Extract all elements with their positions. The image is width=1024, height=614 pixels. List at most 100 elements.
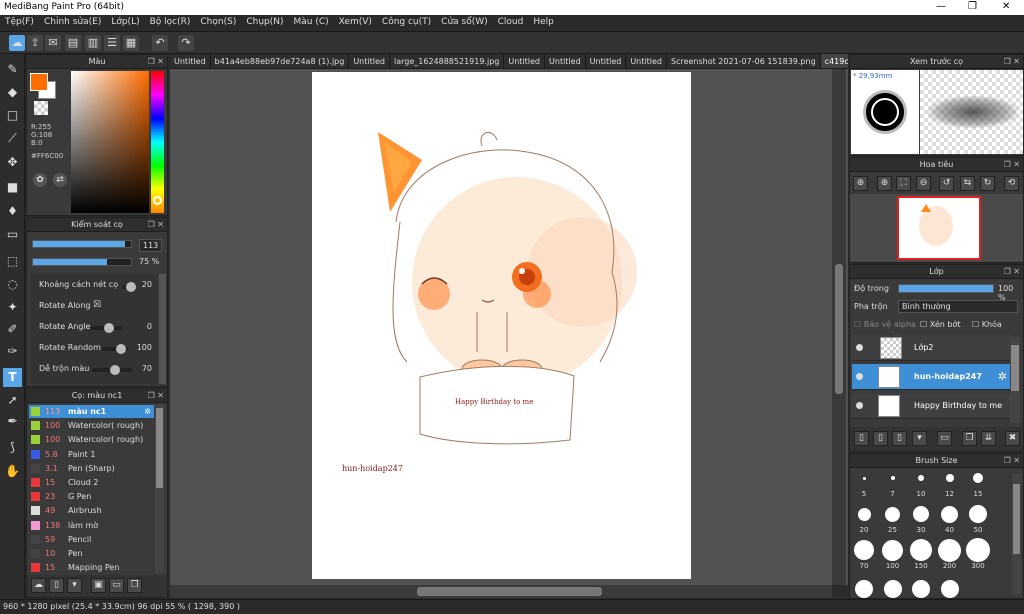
select-pen-tool-icon[interactable]: ✐ bbox=[3, 320, 22, 339]
brush-size-option[interactable] bbox=[854, 540, 874, 560]
layer-row[interactable]: Happy Birthday to me bbox=[852, 393, 1011, 419]
brush-size-option[interactable] bbox=[940, 580, 959, 598]
panel-close-icon[interactable]: ❐ ✕ bbox=[148, 55, 164, 69]
list-icon[interactable]: ☰ bbox=[104, 35, 120, 51]
hue-slider[interactable] bbox=[151, 71, 164, 213]
brush-size-value[interactable]: 113 bbox=[139, 239, 163, 252]
menu-layer[interactable]: Lớp(L) bbox=[106, 15, 144, 27]
layer-visibility-icon[interactable] bbox=[856, 344, 863, 351]
brush-size-option[interactable] bbox=[913, 506, 929, 522]
document-tab[interactable]: Untitled bbox=[170, 54, 211, 68]
brush-size-option[interactable] bbox=[941, 505, 958, 523]
menu-window[interactable]: Cửa sổ(W) bbox=[436, 15, 492, 27]
brush-size-option[interactable] bbox=[862, 476, 866, 480]
panel-close-icon[interactable]: ❐ ✕ bbox=[1004, 265, 1020, 279]
brush-properties-scrollbar[interactable] bbox=[159, 274, 166, 384]
brush-size-option[interactable] bbox=[938, 538, 961, 562]
menu-select[interactable]: Chọn(S) bbox=[195, 15, 241, 27]
rotate-right-icon[interactable]: ↻ bbox=[980, 176, 995, 191]
merge-layer-icon[interactable]: ⇊ bbox=[981, 431, 996, 446]
transparent-color-swatch[interactable] bbox=[34, 101, 48, 115]
divide-tool-icon[interactable]: ✒ bbox=[3, 412, 22, 431]
palette-icon[interactable]: ✿ bbox=[33, 173, 47, 187]
brush-item[interactable]: 138 làm mờ bbox=[29, 519, 154, 532]
copy-brush-icon[interactable]: ▣ bbox=[91, 578, 106, 593]
brush-size-option[interactable] bbox=[918, 475, 924, 481]
rotate-random-slider[interactable] bbox=[102, 344, 128, 354]
close-icon[interactable]: ✕ bbox=[1002, 1, 1010, 12]
layer-settings-icon[interactable]: ✲ bbox=[998, 370, 1007, 383]
brush-item[interactable]: 3.1 Pen (Sharp) bbox=[29, 462, 154, 475]
document-tab[interactable]: Untitled bbox=[349, 54, 390, 68]
brush-size-option[interactable] bbox=[890, 476, 895, 480]
panel-close-icon[interactable]: ❐ ✕ bbox=[1004, 55, 1020, 69]
document-tab[interactable]: large_1624888521919.jpg bbox=[390, 54, 505, 68]
line-tool-icon[interactable]: ⟋ bbox=[3, 129, 22, 148]
layer-visibility-icon[interactable] bbox=[856, 373, 863, 380]
blend-slider[interactable] bbox=[92, 365, 132, 375]
fill-rect-tool-icon[interactable]: ■ bbox=[3, 178, 22, 197]
brush-size-option[interactable] bbox=[857, 507, 871, 521]
panel-close-icon[interactable]: ❐ ✕ bbox=[148, 218, 164, 232]
brush-size-option[interactable] bbox=[945, 474, 954, 482]
zoom-out-icon[interactable]: ⊖ bbox=[916, 176, 931, 191]
document-tab[interactable]: Untitled bbox=[586, 54, 627, 68]
panel-close-icon[interactable]: ❐ ✕ bbox=[148, 389, 164, 403]
navigator-viewport[interactable] bbox=[897, 196, 981, 260]
brush-settings-icon[interactable]: ✲ bbox=[144, 405, 151, 418]
upload-icon[interactable]: ⇪ bbox=[27, 35, 43, 51]
brush-size-option[interactable] bbox=[912, 580, 930, 598]
eyedropper-tool-icon[interactable]: ⟆ bbox=[3, 438, 22, 457]
document-icon[interactable]: ▥ bbox=[85, 35, 101, 51]
navigator-thumbnail[interactable] bbox=[850, 194, 1023, 262]
folder-icon[interactable]: ▭ bbox=[109, 578, 124, 593]
add-brush-icon[interactable]: ▾ bbox=[67, 578, 82, 593]
flip-icon[interactable]: ⇆ bbox=[960, 176, 975, 191]
shape-tool-icon[interactable]: □ bbox=[3, 106, 22, 125]
new-brush-icon[interactable]: ▯ bbox=[49, 578, 64, 593]
text-tool-icon[interactable]: T bbox=[3, 368, 22, 387]
brush-tool-icon[interactable]: ✎ bbox=[3, 60, 22, 79]
brush-item[interactable]: 15 Cloud 2 bbox=[29, 476, 154, 489]
reset-view-icon[interactable]: ⟲ bbox=[1004, 176, 1019, 191]
lock-checkbox[interactable]: ☐ Khóa bbox=[972, 320, 1002, 329]
zoom-in-alt-icon[interactable]: ⊕ bbox=[877, 176, 892, 191]
hand-tool-icon[interactable]: ✋ bbox=[3, 462, 22, 481]
canvas-vertical-scrollbar[interactable] bbox=[832, 69, 846, 585]
rotate-angle-slider[interactable] bbox=[90, 323, 122, 333]
bucket-tool-icon[interactable]: ♦ bbox=[3, 202, 22, 221]
document-tab[interactable]: Untitled bbox=[626, 54, 667, 68]
brush-item[interactable]: 100 Watercolor( rough) bbox=[29, 419, 154, 432]
brush-size-option[interactable] bbox=[966, 538, 990, 562]
layer-opacity-slider[interactable] bbox=[898, 284, 994, 293]
rotate-along-checkbox[interactable]: ☒ bbox=[93, 300, 101, 310]
add-layer-menu-icon[interactable]: ▾ bbox=[912, 431, 927, 446]
document-tab[interactable]: Untitled bbox=[504, 54, 546, 68]
brush-list-scrollbar[interactable] bbox=[155, 405, 164, 573]
menu-color[interactable]: Màu (C) bbox=[289, 15, 334, 27]
layer-folder-icon[interactable]: ▭ bbox=[937, 431, 952, 446]
layer-list-scrollbar[interactable] bbox=[1010, 337, 1020, 423]
duplicate-icon[interactable]: ❐ bbox=[127, 578, 142, 593]
foreground-color-swatch[interactable] bbox=[30, 73, 48, 91]
undo-icon[interactable]: ↶ bbox=[152, 35, 168, 51]
menu-filter[interactable]: Bộ lọc(R) bbox=[145, 15, 196, 27]
select-rect-tool-icon[interactable]: ⬚ bbox=[3, 252, 22, 271]
redo-icon[interactable]: ↷ bbox=[178, 35, 194, 51]
duplicate-layer-icon[interactable]: ❐ bbox=[962, 431, 977, 446]
layer-row[interactable]: Lớp2 bbox=[852, 335, 1011, 361]
saturation-value-picker[interactable] bbox=[71, 71, 149, 213]
document-tab[interactable]: Screenshot 2021-07-06 151839.png bbox=[667, 54, 821, 68]
brush-size-option[interactable] bbox=[973, 473, 983, 483]
layer-visibility-icon[interactable] bbox=[856, 402, 863, 409]
brush-size-option[interactable] bbox=[882, 539, 903, 561]
brush-item[interactable]: 100 Watercolor( rough) bbox=[29, 433, 154, 446]
operation-tool-icon[interactable]: ➚ bbox=[3, 391, 22, 410]
menu-tools[interactable]: Công cụ(T) bbox=[377, 15, 436, 27]
brush-item[interactable]: 49 Airbrush bbox=[29, 504, 154, 517]
brush-item[interactable]: 10 Pen bbox=[29, 547, 154, 560]
grid-icon[interactable]: ▦ bbox=[123, 35, 139, 51]
panel-close-icon[interactable]: ❐ ✕ bbox=[1004, 158, 1020, 172]
select-eraser-tool-icon[interactable]: ✑ bbox=[3, 342, 22, 361]
brush-cloud-icon[interactable]: ☁ bbox=[31, 578, 46, 593]
